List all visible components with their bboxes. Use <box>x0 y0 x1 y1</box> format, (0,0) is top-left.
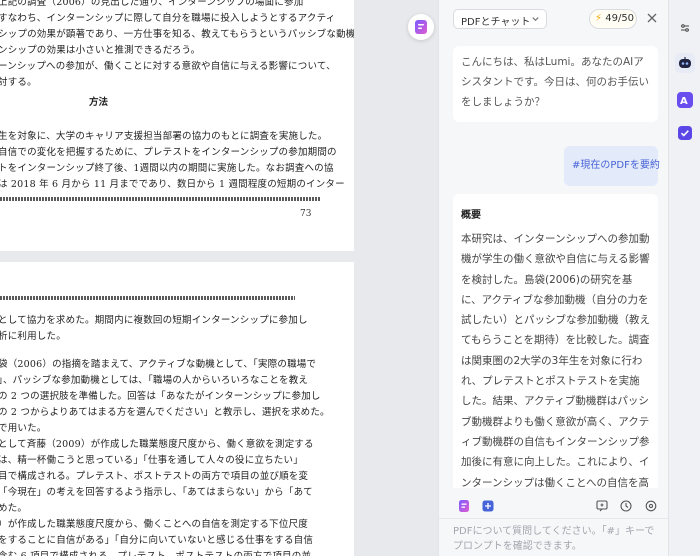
chat-input[interactable] <box>453 524 658 556</box>
screenshot-icon[interactable] <box>481 498 495 512</box>
credit-count: 49/50 <box>605 13 635 24</box>
pdf-text-line: の 2 つからよりあてはまる方を選んでください」と教示し、選択を求めた。 <box>0 407 330 418</box>
new-chat-icon[interactable] <box>595 498 609 512</box>
mode-select[interactable]: PDFとチャット <box>453 9 547 29</box>
section-heading: 方法 <box>89 97 109 108</box>
footnote-rule <box>0 197 320 201</box>
pdf-text-line: は、精一杯働こうと思っている」「仕事を通して人々の役に立ちたい」 <box>0 455 303 466</box>
checklist-icon[interactable] <box>674 122 696 144</box>
pdf-text-line: めた。 <box>0 503 28 514</box>
pdf-text-line: 「今現在」の考えを回答するよう指示し、「あてはまらない」から「あて <box>0 487 313 498</box>
pdf-text-line: 上記の調査（2006）の見出した通り、インターンシップの場面に参加 <box>0 0 304 8</box>
pdf-text-line: ）が作成した職業態度尺度から、働くことへの自信を測定する下位尺度 <box>0 519 308 530</box>
pdf-text-line: をすることに自信がある」「自分に向いていないと感じる仕事をする自信 <box>0 535 314 546</box>
close-icon[interactable] <box>645 10 659 24</box>
chat-panel: PDFとチャット ⚡ 49/50 こんにちは、私はLumi。あなたのAIアシスタ… <box>438 0 669 556</box>
right-rail: A <box>668 0 700 556</box>
pdf-page: 上記の調査（2006）の見出した通り、インターンシップの場面に参加 すなわち、イ… <box>0 0 354 251</box>
pdf-text-line: トをインターンシップ終了後、1週間以内の期間に実施した。なお調査への協 <box>0 163 334 174</box>
pdf-text-line: 析に利用した。 <box>0 331 66 342</box>
pdf-text-line: すなわち、インターンシップに際して自分を職場に投入しようとするアクティ <box>0 13 336 24</box>
app-logo-icon[interactable] <box>408 14 434 40</box>
pdf-text-line: 自信での変化を把握するために、プレテストをインターンシップの参加期間の <box>0 147 337 158</box>
pdf-text-line: は 2018 年 6 月から 11 月までであり、数日から 1 週間程度の短期の… <box>0 179 345 190</box>
pdf-text-line: ーンシップへの参加が、働くことに対する意欲や自信に与える影響について、 <box>0 61 336 72</box>
svg-text:A: A <box>680 96 688 107</box>
pdf-text-line: 生を対象に、大学のキャリア支援担当部署の協力のもとに調査を実施した。 <box>0 131 328 142</box>
summary-body: 本研究は、インターンシップへの参加動機が学生の働く意欲や自信に与える影響を検討し… <box>461 233 650 488</box>
user-message: #現在のPDFを要約 <box>564 146 660 186</box>
mode-select-label: PDFとチャット <box>461 17 531 28</box>
pdf-text-line: シップの効果が顕著であり、一方仕事を知る、教えてもらうというパッシブな動機 <box>0 29 354 40</box>
more-options-icon[interactable] <box>674 17 696 39</box>
pdf-viewer[interactable]: 上記の調査（2006）の見出した通り、インターンシップの場面に参加 すなわち、イ… <box>0 0 438 556</box>
input-toolbar <box>439 492 669 518</box>
chevron-down-icon <box>531 14 540 26</box>
pdf-text-line: 目で構成される。プレテスト、ポストテストの両方で項目の並び順を変 <box>0 471 309 482</box>
bolt-icon: ⚡ <box>595 13 603 24</box>
lumi-robot-icon[interactable] <box>674 52 696 74</box>
pdf-text-line: 含む 6 項目で構成される。プレテスト、ポストテストの両方で項目の並 <box>0 548 311 556</box>
settings-icon[interactable] <box>644 498 658 512</box>
header-rule <box>0 296 295 300</box>
pdf-text-line: の 2 つの選択肢を準備した。回答は「あなたがインターンシップに参加し <box>0 391 321 402</box>
pdf-page: として協力を求めた。期間内に複数回の短期インターンシップに参加し 析に利用した。… <box>0 262 354 556</box>
pdf-text-line: 袋（2006）の指摘を踏まえて、アクティブな動機として、「実際の職場で <box>0 359 317 370</box>
assistant-summary: 概要 本研究は、インターンシップへの参加動機が学生の働く意欲や自信に与える影響を… <box>453 194 658 488</box>
assistant-greeting: こんにちは、私はLumi。あなたのAIアシスタントです。今日は、何のお手伝いをし… <box>453 46 658 122</box>
page-number: 73 <box>300 209 312 219</box>
summary-title: 概要 <box>461 210 481 221</box>
credit-badge[interactable]: ⚡ 49/50 <box>589 9 637 29</box>
translate-icon[interactable]: A <box>674 89 696 111</box>
pdf-text-line: ンシップの効果は小さいと推測できるだろう。 <box>0 45 201 56</box>
panel-header: PDFとチャット ⚡ 49/50 <box>439 0 669 36</box>
pdf-doc-icon[interactable] <box>457 498 471 512</box>
message-list[interactable]: こんにちは、私はLumi。あなたのAIアシスタントです。今日は、何のお手伝いをし… <box>439 36 669 488</box>
pdf-text-line: として協力を求めた。期間内に複数回の短期インターンシップに参加し <box>0 315 308 326</box>
chat-input-area <box>439 518 669 556</box>
history-icon[interactable] <box>619 498 633 512</box>
pdf-text-line: として斉藤（2009）が作成した職業態度尺度から、働く意欲を測定する <box>0 439 314 450</box>
pdf-text-line: 討する。 <box>0 77 37 88</box>
pdf-text-line: 」、パッシブな参加動機としては、「職場の人からいろいろなことを教え <box>0 375 309 386</box>
pdf-text-line: で用いた。 <box>0 423 47 434</box>
